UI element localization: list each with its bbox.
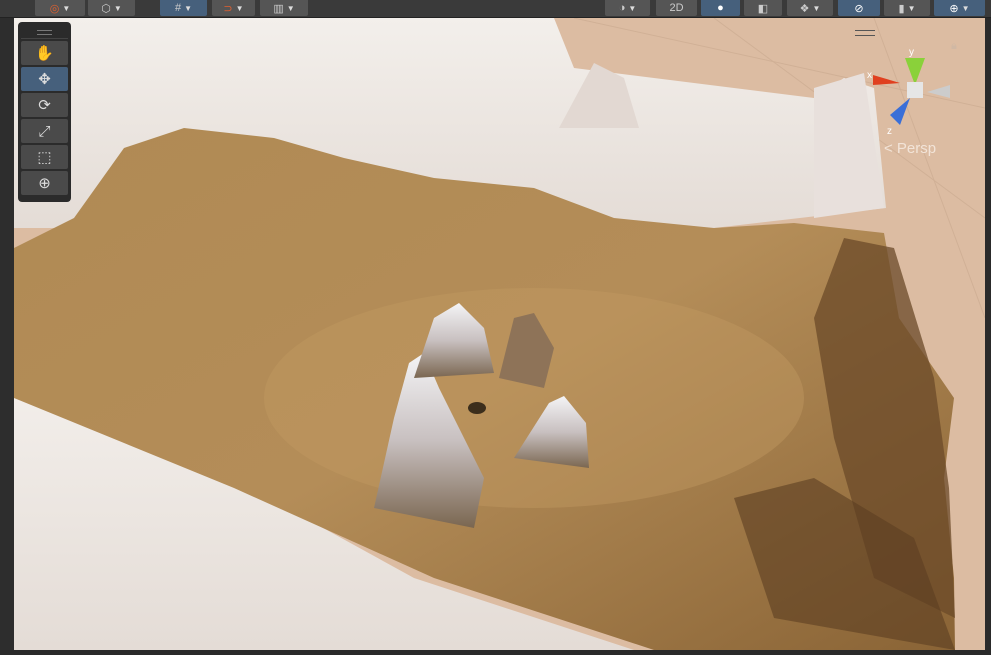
chevron-down-icon: ▼ <box>184 3 193 13</box>
audio-toggle[interactable]: ◧ <box>744 0 782 16</box>
chevron-down-icon: ▼ <box>907 3 916 13</box>
panel-border <box>985 18 991 655</box>
2d-toggle[interactable]: 2D <box>656 0 697 16</box>
lighting-icon: ● <box>717 2 724 14</box>
render-mode-icon: ⬡ <box>101 2 111 15</box>
effects-button[interactable]: ❖ ▼ <box>787 0 833 16</box>
rect-icon: ⬚ <box>37 149 52 166</box>
shading-button[interactable]: ◑ ▼ <box>605 0 650 16</box>
rect-tool[interactable]: ⬚ <box>21 145 68 169</box>
transform-icon: ⊕ <box>38 175 51 192</box>
chevron-down-icon: ▼ <box>961 3 970 13</box>
lighting-toggle[interactable]: ● <box>701 0 740 16</box>
chevron-down-icon: ▼ <box>113 3 122 13</box>
terrain-view <box>14 18 985 650</box>
grid-button[interactable]: ▥ ▼ <box>260 0 308 16</box>
camera-button[interactable]: ▮ ▼ <box>884 0 930 16</box>
move-icon: ✥ <box>38 71 51 88</box>
chevron-down-icon: ▼ <box>235 3 244 13</box>
panel-border <box>0 18 14 655</box>
magnet-snap-button[interactable]: ⊃ ▼ <box>212 0 255 16</box>
audio-fx-icon: ◧ <box>757 2 769 15</box>
visibility-icon: ⊘ <box>854 2 864 15</box>
z-axis-cone <box>890 98 910 125</box>
chevron-down-icon: ▼ <box>628 3 637 13</box>
x-axis-cone <box>873 75 900 85</box>
projection-label[interactable]: < Persp <box>884 140 936 157</box>
scene-viewport[interactable] <box>14 18 985 650</box>
rotate-tool[interactable]: ⟳ <box>21 93 68 117</box>
overlay-menu-icon[interactable] <box>855 30 875 36</box>
rotate-icon: ⟳ <box>38 97 51 114</box>
y-axis-cone <box>905 58 925 85</box>
render-mode-button[interactable]: ⬡ ▼ <box>88 0 135 16</box>
panel-border <box>0 650 991 655</box>
camera-icon: ▮ <box>898 2 905 15</box>
draw-mode-button[interactable]: ◎ ▼ <box>35 0 85 16</box>
visibility-toggle[interactable]: ⊘ <box>838 0 880 16</box>
scene-toolbar: ◎ ▼ ⬡ ▼ # ▼ ⊃ ▼ ▥ ▼ ◑ ▼ 2D ● ◧ ❖ ▼ ⊘ ▮ ▼ ⊕ ▼ <box>0 0 991 18</box>
neg-x-cone <box>927 85 950 98</box>
magnet-snap-icon: ⊃ <box>223 2 233 15</box>
grid-icon: ▥ <box>273 2 284 15</box>
z-axis-label: z <box>887 126 892 137</box>
grid-snap-icon: # <box>174 2 182 14</box>
chevron-down-icon: ▼ <box>286 3 295 13</box>
transform-tool[interactable]: ⊕ <box>21 171 68 195</box>
grid-snap-button[interactable]: # ▼ <box>160 0 207 16</box>
hand-tool[interactable]: ✋ <box>21 41 68 65</box>
gizmo-center-cube <box>907 82 923 98</box>
draw-mode-icon: ◎ <box>49 2 60 15</box>
hand-icon: ✋ <box>35 45 54 62</box>
gizmos-button[interactable]: ⊕ ▼ <box>934 0 985 16</box>
x-axis-label: x <box>867 70 872 81</box>
y-axis-label: y <box>909 47 914 58</box>
chevron-down-icon: ▼ <box>62 3 71 13</box>
shading-icon: ◑ <box>618 2 626 14</box>
drag-handle[interactable] <box>21 25 68 39</box>
scale-icon: ⤢ <box>38 122 51 140</box>
gizmos-icon: ⊕ <box>949 2 959 15</box>
tools-overlay: ✋ ✥ ⟳ ⤢ ⬚ ⊕ <box>18 22 71 202</box>
move-tool[interactable]: ✥ <box>21 67 68 91</box>
effects-icon: ❖ <box>799 2 810 15</box>
chevron-down-icon: ▼ <box>812 3 821 13</box>
scale-tool[interactable]: ⤢ <box>21 119 68 143</box>
orientation-gizmo[interactable]: y x z <box>865 40 965 140</box>
